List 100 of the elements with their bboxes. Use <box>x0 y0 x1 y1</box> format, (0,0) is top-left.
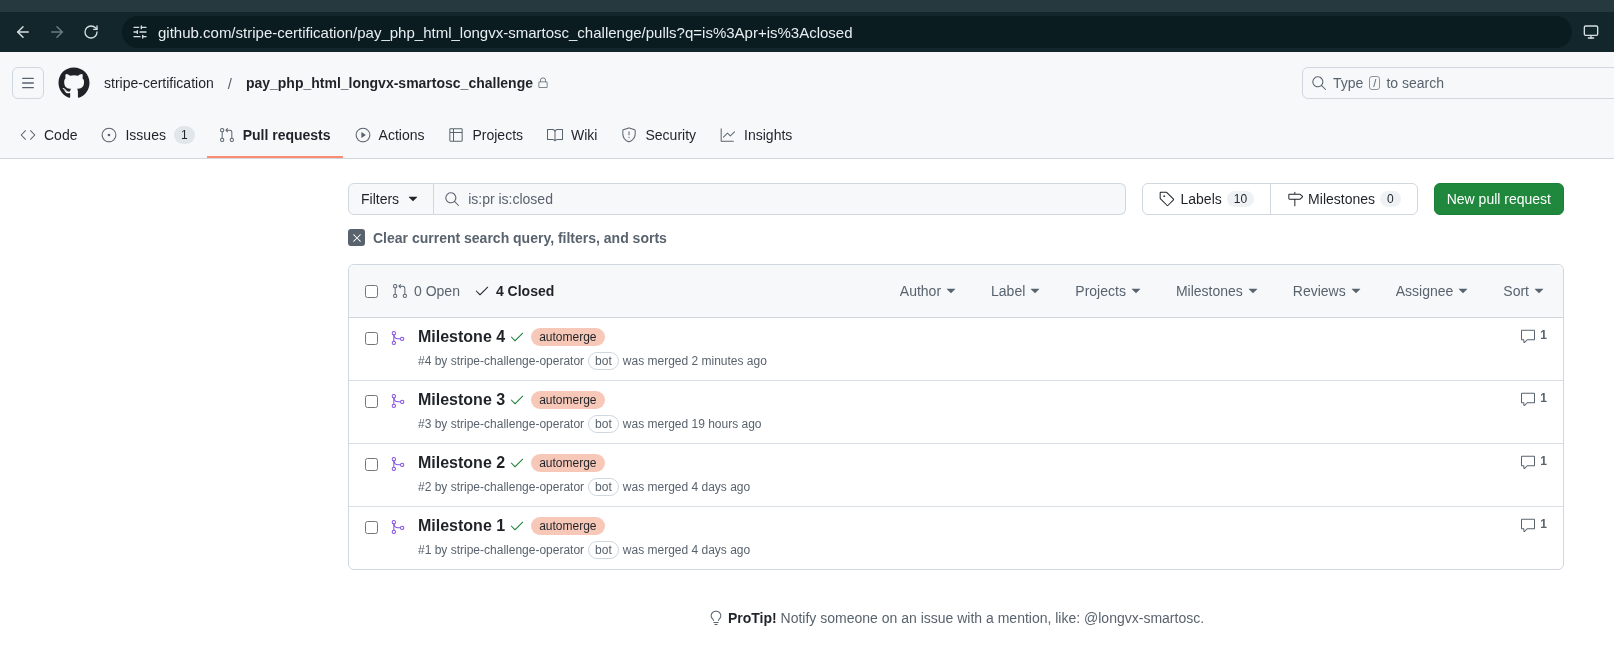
labels-text: Labels <box>1180 191 1222 207</box>
state-filter-link[interactable]: 0 Open <box>392 283 460 299</box>
graph-icon <box>720 127 737 143</box>
forward-icon[interactable] <box>48 23 66 41</box>
book-icon <box>547 127 564 143</box>
signpost-icon <box>1287 191 1304 207</box>
state-filter-link[interactable]: 4 Closed <box>473 283 555 299</box>
url-text: github.com/stripe-certification/pay_php_html_longvx-smartosc_challenge/pulls?q=is%3Apr+is%3Aclosed <box>158 23 853 41</box>
search-icon <box>1311 75 1327 91</box>
search-hint: Type <box>1333 75 1364 91</box>
tab-label: Pull requests <box>242 127 331 143</box>
milestones-link[interactable]: Milestones 0 <box>1270 184 1417 214</box>
repo-tab[interactable]: Actions <box>342 114 437 158</box>
tab-label: Projects <box>472 127 524 143</box>
back-icon[interactable] <box>14 23 32 41</box>
filter-menu-button[interactable]: Sort <box>1503 283 1547 299</box>
menu-icon <box>20 75 36 91</box>
table-icon <box>448 127 465 143</box>
merged-icon <box>390 519 406 535</box>
merged-icon <box>390 330 406 346</box>
comment-icon <box>1520 454 1537 470</box>
filter-menu-button[interactable]: Reviews <box>1292 283 1364 299</box>
new-pull-request-button[interactable]: New pull request <box>1433 183 1564 215</box>
pull-request-title[interactable]: Milestone 4 <box>418 328 506 346</box>
row-checkbox[interactable] <box>365 458 378 471</box>
query-text: is:pr is:closed <box>468 191 553 207</box>
pull-request-title[interactable]: Milestone 1 <box>418 517 506 535</box>
issue-counter: 1 <box>173 126 195 144</box>
search-icon <box>444 191 461 207</box>
merged-icon <box>390 393 406 409</box>
filter-menu-button[interactable]: Label <box>991 283 1044 299</box>
filter-menu-button[interactable]: Projects <box>1075 283 1144 299</box>
filter-menu-button[interactable]: Author <box>899 283 960 299</box>
repo-tab[interactable]: Security <box>609 114 709 158</box>
tab-label: Code <box>44 127 78 143</box>
filter-menu-button[interactable]: Milestones <box>1175 283 1261 299</box>
pull-request-title[interactable]: Milestone 3 <box>418 391 506 409</box>
comments-link[interactable]: 1 <box>1520 391 1547 407</box>
comment-icon <box>1520 391 1537 407</box>
filter-query-field[interactable]: is:pr is:closed <box>434 183 1127 215</box>
reload-icon[interactable] <box>83 24 99 40</box>
owner-link[interactable]: stripe-certification <box>104 75 214 91</box>
milestones-count: 0 <box>1380 191 1401 207</box>
monitor-icon[interactable] <box>1583 24 1599 40</box>
select-all-checkbox[interactable] <box>365 284 378 298</box>
repo-tab[interactable]: Pull requests <box>206 114 343 158</box>
filter-menu-button[interactable]: Assignee <box>1395 283 1472 299</box>
merged-time: was merged 4 days ago <box>622 480 751 494</box>
tag-icon <box>1159 191 1176 207</box>
label-tag[interactable]: automerge <box>531 517 605 535</box>
labels-link[interactable]: Labels 10 <box>1143 184 1271 214</box>
shortcut-key: / <box>1369 76 1381 90</box>
comment-icon <box>1520 517 1537 533</box>
tab-label: Insights <box>744 127 793 143</box>
pull-request-meta: #1 by stripe-challenge-operator <box>418 543 585 557</box>
merged-icon <box>390 456 406 472</box>
search-field[interactable]: Type / to search <box>1302 67 1614 99</box>
menu-button[interactable] <box>12 67 44 99</box>
comments-link[interactable]: 1 <box>1520 517 1547 533</box>
repo-tab[interactable]: Issues 1 <box>89 114 207 158</box>
tab-label: Actions <box>378 127 425 143</box>
row-checkbox[interactable] <box>365 521 378 534</box>
pull-request-icon <box>392 283 408 299</box>
shield-icon <box>621 127 638 143</box>
label-tag[interactable]: automerge <box>531 328 605 346</box>
tab-label: Wiki <box>571 127 598 143</box>
labels-count: 10 <box>1226 191 1255 207</box>
tab-label: Security <box>645 127 697 143</box>
code-icon <box>20 127 36 143</box>
tab-label: Issues <box>125 127 166 143</box>
pull-request-icon <box>218 127 235 143</box>
repo-tab[interactable]: Wiki <box>535 114 610 158</box>
comments-link[interactable]: 1 <box>1520 454 1547 470</box>
repo-tab[interactable]: Code <box>8 114 90 158</box>
site-settings-icon[interactable] <box>132 24 148 40</box>
breadcrumb-separator: / <box>227 74 232 92</box>
pull-request-title[interactable]: Milestone 2 <box>418 454 506 472</box>
pull-request-row[interactable]: Milestone 1 automerge #1 by stripe-challenge-operator bot was merged 4 days ago 1 <box>349 506 1563 569</box>
milestones-text: Milestones <box>1308 191 1376 207</box>
pull-request-meta: #3 by stripe-challenge-operator <box>418 417 585 431</box>
filters-button[interactable]: Filters <box>348 183 435 215</box>
comment-icon <box>1520 328 1537 344</box>
merged-time: was merged 19 hours ago <box>622 417 762 431</box>
row-checkbox[interactable] <box>365 332 378 345</box>
repo-tab[interactable]: Projects <box>436 114 536 158</box>
protip-text: ProTip! Notify someone on an issue with a mention, like: @longvx-smartosc. <box>727 610 1205 626</box>
pull-request-meta: #2 by stripe-challenge-operator <box>418 480 585 494</box>
address-bar[interactable]: github.com/stripe-certification/pay_php_html_longvx-smartosc_challenge/pulls?q=is%3Apr+is%3Aclosed <box>122 16 1572 48</box>
comments-link[interactable]: 1 <box>1520 328 1547 344</box>
close-icon <box>348 229 365 246</box>
row-checkbox[interactable] <box>365 395 378 408</box>
search-hint: to search <box>1386 75 1444 91</box>
octocat-logo-icon[interactable] <box>58 67 90 99</box>
repo-link[interactable]: pay_php_html_longvx-smartosc_challenge <box>245 75 533 91</box>
repo-tab[interactable]: Insights <box>708 114 805 158</box>
merged-time: was merged 2 minutes ago <box>622 354 767 368</box>
label-tag[interactable]: automerge <box>531 391 605 409</box>
pull-request-meta: #4 by stripe-challenge-operator <box>418 354 585 368</box>
play-icon <box>354 127 371 143</box>
label-tag[interactable]: automerge <box>531 454 605 472</box>
